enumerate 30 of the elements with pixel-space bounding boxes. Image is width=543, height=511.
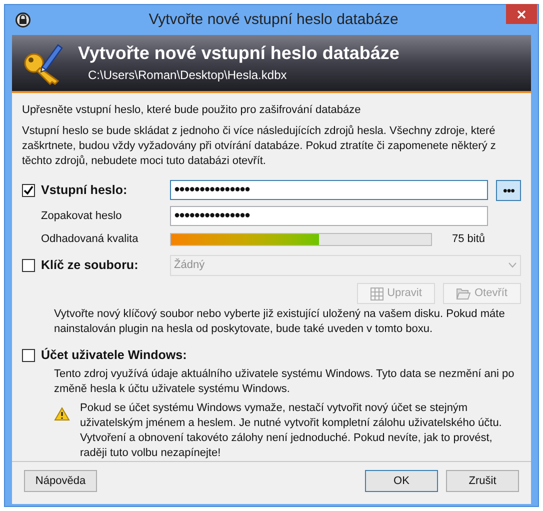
- ok-button[interactable]: OK: [365, 470, 438, 492]
- folder-icon: [456, 287, 472, 300]
- header-title: Vytvořte nové vstupní heslo databáze: [78, 42, 400, 64]
- description-text: Vstupní heslo se bude skládat z jednoho či více následujících zdrojů hesla. Všechny zdroje, které zaškrtnete, budou vždy vyžadovány při otvírání databáze. Pokud ztratíte či zapomenete některý z těchto zdrojů, nebudete moci tuto databázi otevřít.: [22, 124, 497, 169]
- key-file-label: Klíč ze souboru:: [41, 258, 138, 272]
- grid-icon: [370, 286, 384, 300]
- key-file-description: Vytvořte nový klíčový soubor nebo vyberte již existující uložený na vašem disku. Pokud máte nainstalován plugin na hesla od poskytovate, bude také uveden v tomto boxu.: [53, 307, 506, 337]
- password-field[interactable]: ●●●●●●●●●●●●●●●: [170, 180, 488, 200]
- close-icon: [517, 10, 526, 18]
- chevron-down-icon: [508, 262, 517, 268]
- quality-reading: 75 bitů: [452, 232, 486, 246]
- password-label: Vstupní heslo:: [41, 182, 128, 198]
- repeat-password-field[interactable]: ●●●●●●●●●●●●●●●: [170, 206, 488, 226]
- quality-label: Odhadovaná kvalita: [40, 232, 140, 246]
- database-path: C:\Users\Roman\Desktop\Hesla.kdbx: [88, 67, 288, 84]
- windows-account-description: Tento zdroj využívá údaje aktuálního uživatele systému Windows. Tyto data se nezmění ani po změně hesla k účtu uživatele systému Windows.: [53, 367, 516, 397]
- checkbox[interactable]: [22, 184, 35, 196]
- checkbox[interactable]: [22, 348, 35, 362]
- warning-icon: [54, 407, 70, 421]
- lock-icon: [15, 12, 31, 28]
- show-password-button[interactable]: ●●●: [496, 180, 521, 200]
- repeat-password-label: Zopakovat heslo: [40, 208, 123, 224]
- windows-account-label: Účet uživatele Windows:: [41, 348, 187, 362]
- checkbox[interactable]: [22, 258, 35, 272]
- intro-text: Upřesněte vstupní heslo, které bude použito pro zašifrování databáze: [22, 103, 362, 118]
- window-title: Vytvořte nové vstupní heslo databáze: [148, 10, 400, 30]
- cancel-button[interactable]: Zrušit: [446, 470, 519, 492]
- warning-text: Pokud se účet systému Windows vymaže, nestačí vytvořit nový účet se stejným uživatelským jménem a heslem. Je nutné vytvořit kompletní zálohu uživatelského účtu. Vytvoření a obnovení takovéto zálohy není jednoduché. Pokud nevíte, jak to provést, raději tuto volbu nezapínejte!: [80, 401, 503, 461]
- help-button[interactable]: Nápověda: [24, 470, 97, 492]
- close-button[interactable]: [506, 4, 537, 24]
